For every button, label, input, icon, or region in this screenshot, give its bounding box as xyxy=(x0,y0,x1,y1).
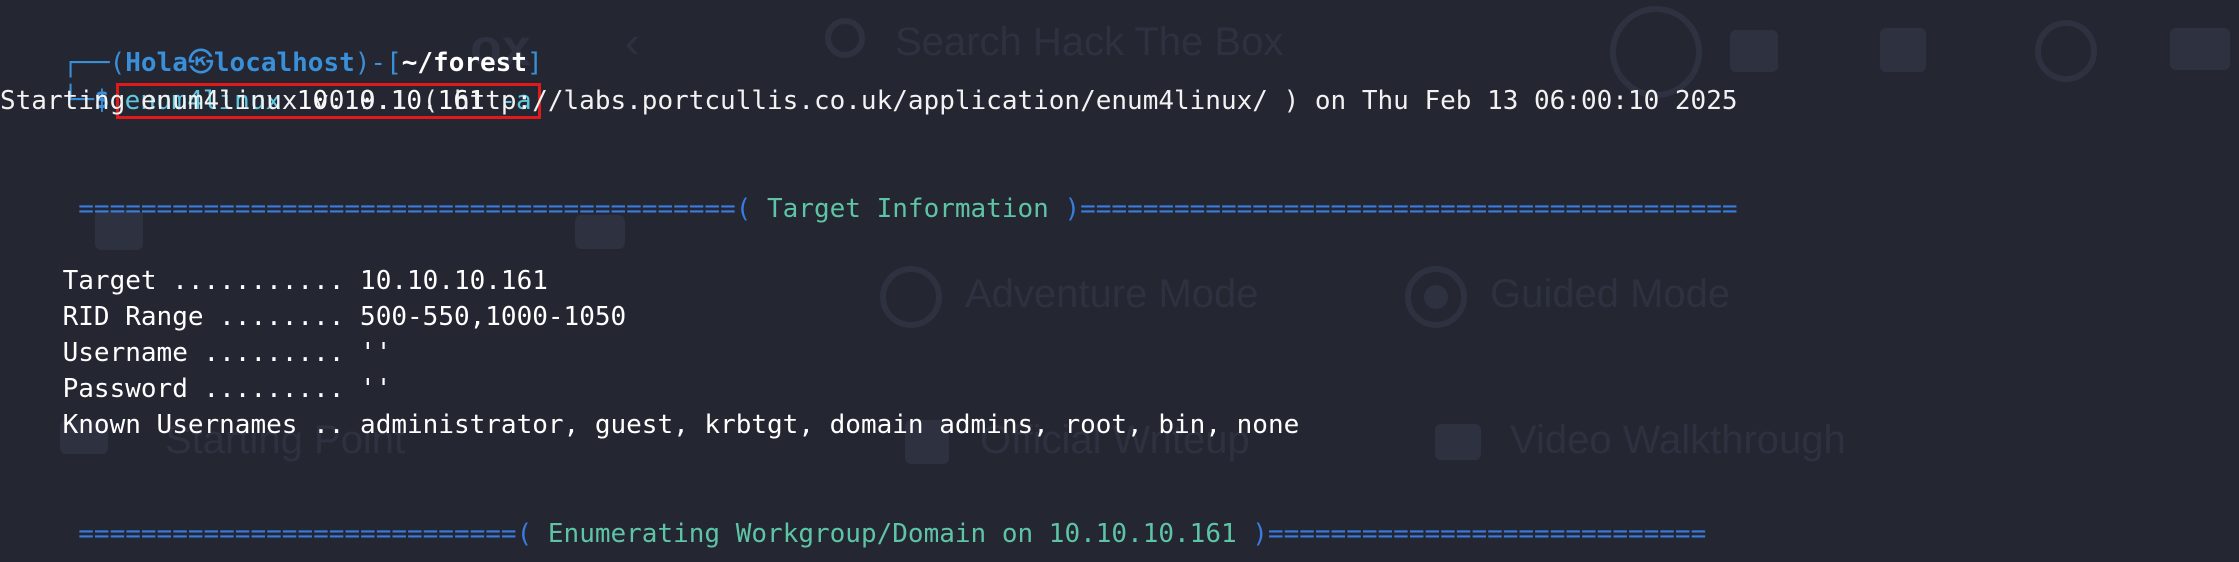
banner-target-information: ========================================… xyxy=(0,155,1737,224)
ghost-gift-icon xyxy=(1880,28,1926,72)
ghost-guided-mode-label: Guided Mode xyxy=(1490,272,1731,316)
banner-left: ========================================… xyxy=(62,194,768,224)
ghost-guided-radio-icon xyxy=(1405,266,1467,328)
banner-title: Enumerating Workgroup/Domain on 10.10.10… xyxy=(547,519,1237,549)
info-line-username: Username ......... '' xyxy=(0,299,392,368)
ghost-adventure-radio-icon xyxy=(880,266,942,328)
prompt-line: ┌──(Hola㉿localhost)-[~/forest] xyxy=(0,9,543,78)
ghost-search-icon xyxy=(825,18,865,58)
banner-enumerating-workgroup: ============================( Enumeratin… xyxy=(0,480,1706,549)
banner-title: Target Information xyxy=(767,194,1049,224)
ghost-help-icon xyxy=(2035,20,2097,82)
info-key: Known Usernames .. xyxy=(62,410,361,440)
ghost-guided-radio-dot-icon xyxy=(1424,285,1448,309)
terminal-window[interactable]: ox ‹ Search Hack The Box Adventure Mode … xyxy=(0,0,2239,562)
command-line[interactable]: └─$ enum4linux 10.10.10.161 -a xyxy=(0,46,541,119)
banner-right: )=======================================… xyxy=(1048,194,1738,224)
info-line-rid-range: RID Range ........ 500-550,1000-1050 xyxy=(0,263,627,332)
info-line-known-usernames: Known Usernames .. administrator, guest,… xyxy=(0,371,1300,440)
banner-right: )============================ xyxy=(1236,519,1707,549)
ghost-megaphone-icon xyxy=(2170,28,2230,70)
info-line-target: Target ........... 10.10.10.161 xyxy=(0,227,548,296)
ghost-video-icon xyxy=(1435,424,1481,460)
ghost-back-chevron-icon: ‹ xyxy=(625,18,640,67)
ghost-search-placeholder: Search Hack The Box xyxy=(895,20,1284,64)
info-line-password: Password ......... '' xyxy=(0,335,392,404)
info-value: administrator, guest, krbtgt, domain adm… xyxy=(360,410,1300,440)
starting-line: Starting enum4linux v0.9.1 ( http://labs… xyxy=(0,86,1738,116)
info-value: 500-550,1000-1050 xyxy=(360,302,627,332)
banner-left: ============================( xyxy=(62,519,548,549)
ghost-adventure-mode-label: Adventure Mode xyxy=(965,272,1259,316)
ghost-briefcase-icon xyxy=(1730,30,1778,72)
ghost-video-walkthrough-label: Video Walkthrough xyxy=(1510,418,1846,462)
